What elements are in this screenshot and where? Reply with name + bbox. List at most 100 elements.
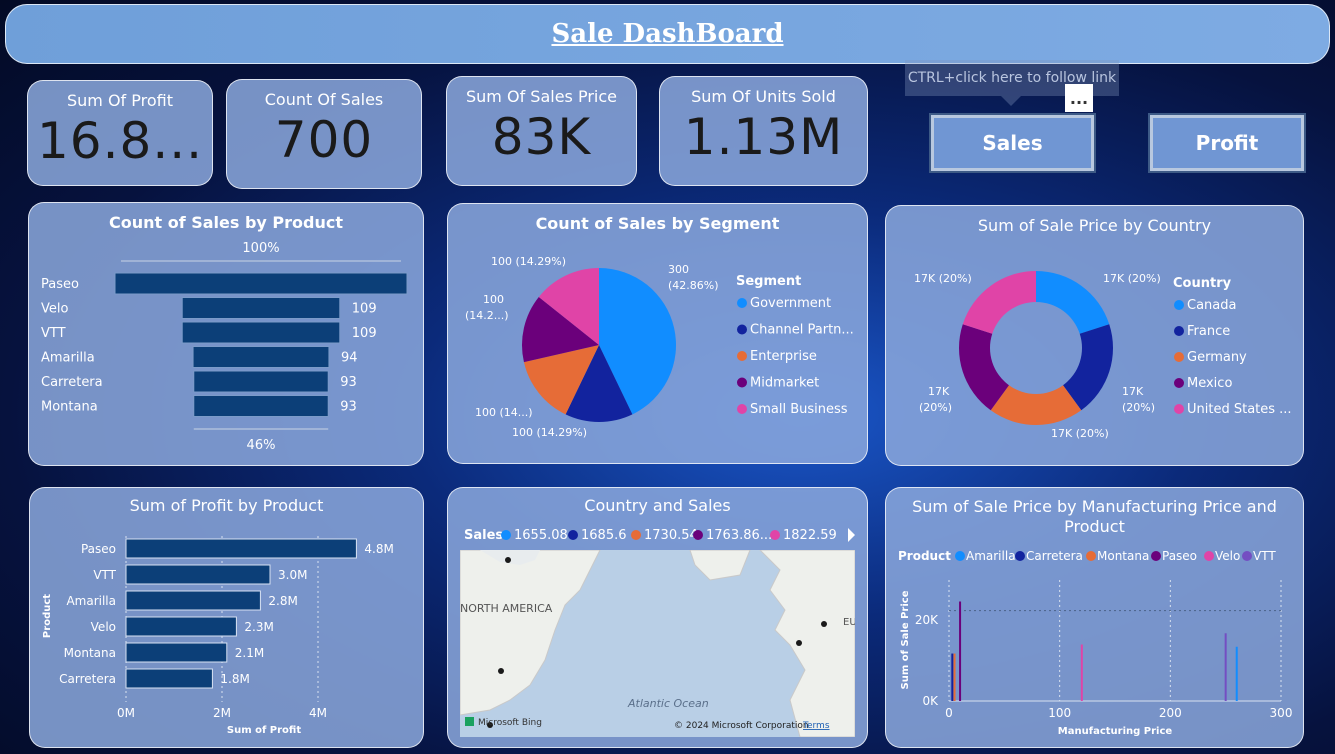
legend-item-label: Government: [750, 296, 831, 311]
legend-item-label: Germany: [1187, 350, 1247, 365]
pie-data-label: 100 (14...): [475, 406, 533, 419]
legend-marker: [1151, 551, 1161, 561]
legend-item-label: Enterprise: [750, 349, 817, 364]
pie-data-label: (42.86%): [668, 279, 719, 292]
profit-bar-chart: Paseo 4.8M VTT 3.0M Amarilla 2.8M Velo 2.3M Mont…: [42, 536, 394, 736]
funnel-bar: [114, 272, 408, 295]
bar-category-label: Amarilla: [66, 594, 116, 608]
funnel-chart-panel[interactable]: Count of Sales by Product 100% Paseo Velo 1…: [28, 202, 424, 466]
funnel-category-label: Paseo: [41, 277, 79, 292]
legend-item-label: Canada: [1187, 298, 1236, 313]
x-axis-title: Manufacturing Price: [1058, 726, 1173, 737]
funnel-chart: 100% Paseo Velo 109 VTT 109 Amarilla 94 Carreter…: [41, 241, 408, 453]
legend-item-label: 1655.08: [514, 528, 568, 543]
donut-data-label: 17K (20%): [1103, 272, 1161, 285]
donut-data-label: 17K: [1122, 385, 1144, 398]
map-point: [821, 621, 827, 627]
bar-value-label: 4.8M: [364, 542, 393, 556]
y-tick-label: 0K: [922, 694, 939, 708]
segment-pie-chart: 300 (42.86%) 100 (14.29%) 100 (14...) 100 (14…: [465, 255, 854, 439]
sales-button[interactable]: Sales: [929, 113, 1096, 173]
pie-data-label: 100 (14.29%): [491, 255, 566, 268]
bar-value-label: 2.3M: [244, 620, 273, 634]
funnel-value-label: 93: [340, 375, 357, 390]
bar-category-label: Velo: [91, 620, 116, 634]
legend-marker: [1174, 404, 1184, 414]
profit-bar-panel[interactable]: Sum of Profit by Product Paseo 4.8M VTT 3.0…: [29, 487, 424, 748]
bar-value-label: 3.0M: [278, 568, 307, 582]
legend-marker: [1174, 378, 1184, 388]
legend-item-label: Small Business: [750, 402, 848, 417]
map-footer-copyright: © 2024 Microsoft Corporation: [674, 721, 809, 731]
x-tick-label: 0: [945, 706, 953, 720]
legend-item-label: 1730.54: [644, 528, 698, 543]
funnel-category-label: Amarilla: [41, 351, 95, 366]
kpi-card-sum-of-profit[interactable]: Sum Of Profit 16.8...: [27, 80, 213, 186]
kpi-card-sum-of-units-sold[interactable]: Sum Of Units Sold 1.13M: [659, 76, 868, 186]
map-legend-title: Sales: [464, 528, 503, 543]
more-options-icon[interactable]: ...: [1065, 84, 1093, 112]
chevron-right-icon: [848, 528, 855, 542]
x-tick-label: 0M: [117, 706, 135, 720]
scatter-chart: Product Amarilla Carretera Montana Paseo Velo…: [898, 549, 1293, 737]
map-point: [796, 640, 802, 646]
funnel-top-label: 100%: [242, 241, 279, 256]
map-point: [505, 557, 511, 563]
y-axis-title: Sum of Sale Price: [900, 590, 911, 689]
funnel-category-label: VTT: [41, 326, 66, 341]
bar-category-label: VTT: [93, 568, 116, 582]
x-tick-label: 4M: [309, 706, 327, 720]
legend-item-label: Mexico: [1187, 376, 1232, 391]
funnel-category-label: Montana: [41, 400, 98, 415]
legend-marker: [693, 530, 703, 540]
country-donut-panel[interactable]: Sum of Sale Price by Country 17K (20%) 17…: [885, 205, 1304, 466]
legend-item-label: Montana: [1097, 549, 1149, 563]
map-footer-bing: Microsoft Bing: [478, 718, 542, 728]
donut-data-label: (20%): [1122, 401, 1155, 414]
profit-button[interactable]: Profit: [1148, 113, 1306, 173]
kpi-label: Count Of Sales: [264, 90, 384, 109]
donut-data-label: 17K (20%): [1051, 427, 1109, 440]
map-point: [498, 668, 504, 674]
donut-slice: [1036, 271, 1110, 334]
chart-title: Country and Sales: [584, 496, 731, 515]
kpi-label: Sum Of Profit: [66, 91, 173, 110]
x-axis-title: Sum of Profit: [227, 725, 301, 736]
kpi-card-count-of-sales[interactable]: Count Of Sales 700: [226, 79, 422, 189]
bar: [125, 538, 357, 559]
bar-category-label: Carretera: [59, 672, 116, 686]
legend-marker: [737, 298, 747, 308]
kpi-card-sum-of-sales-price[interactable]: Sum Of Sales Price 83K: [446, 76, 637, 186]
y-tick-label: 20K: [915, 613, 939, 627]
map-terms-link[interactable]: Terms: [802, 721, 830, 731]
legend-item-label: Velo: [1215, 549, 1240, 563]
scatter-panel[interactable]: Sum of Sale Price by Manufacturing Price…: [885, 487, 1304, 748]
map-canvas[interactable]: NORTH AMERICA Atlantic Ocean EU Microsoft B…: [460, 550, 855, 737]
bar: [125, 642, 228, 663]
kpi-value: 1.13M: [683, 108, 844, 166]
x-tick-label: 300: [1270, 706, 1293, 720]
legend-marker: [1174, 300, 1184, 310]
kpi-value: 83K: [491, 108, 592, 166]
legend-marker: [501, 530, 511, 540]
pie-data-label: 100 (14.29%): [512, 426, 587, 439]
legend-title: Country: [1173, 276, 1232, 291]
map-panel[interactable]: Country and Sales Sales 1655.08 1685.6 1730…: [447, 487, 868, 748]
bar-value-label: 2.8M: [268, 594, 297, 608]
pie-data-label: 100: [483, 293, 504, 306]
kpi-value: 16.8...: [36, 112, 203, 170]
bar: [125, 564, 271, 585]
funnel-category-label: Carretera: [41, 375, 103, 390]
legend-marker: [1015, 551, 1025, 561]
kpi-label: Sum Of Sales Price: [466, 87, 617, 106]
bar-category-label: Paseo: [81, 542, 116, 556]
segment-pie-panel[interactable]: Count of Sales by Segment 300 (42.86%) 100…: [447, 203, 868, 464]
legend-marker: [1204, 551, 1214, 561]
bar-category-label: Montana: [64, 646, 116, 660]
funnel-value-label: 109: [352, 302, 377, 317]
legend-marker: [1174, 326, 1184, 336]
funnel-bar: [181, 321, 341, 344]
donut-data-label: 17K: [928, 385, 950, 398]
bar-value-label: 2.1M: [235, 646, 264, 660]
funnel-bar: [192, 346, 330, 368]
